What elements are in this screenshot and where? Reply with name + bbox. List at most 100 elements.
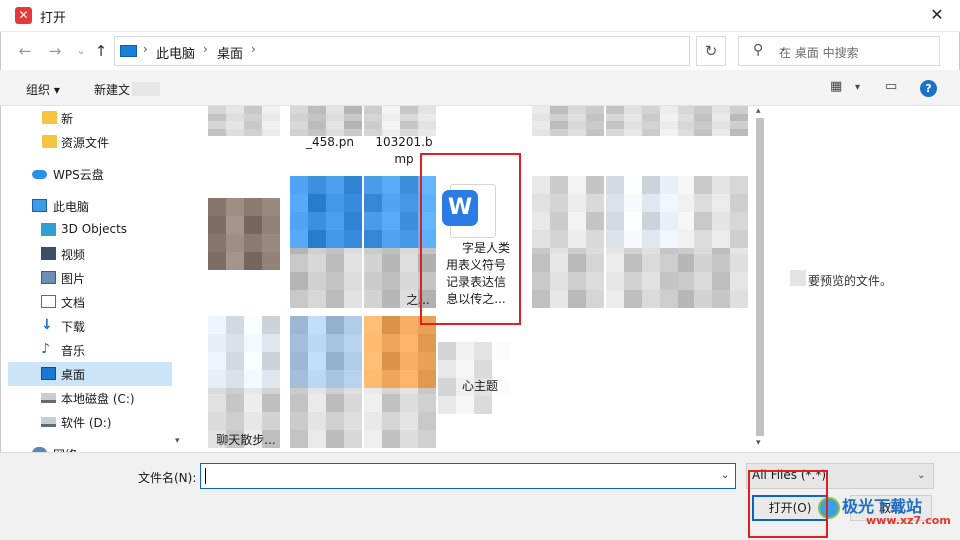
blurred-file-thumbnail[interactable] [290,106,362,136]
address-field[interactable]: › 此电脑 › 桌面 › ⌄ [114,36,787,66]
sidebar-item-label: 图片 [61,272,86,286]
drive-icon [41,417,56,427]
blurred-file-thumbnail[interactable] [290,316,362,388]
file-name-label: 103201.b [375,135,433,149]
scrollbar-thumb[interactable] [756,118,764,436]
highlighted-file-name-line: 用表义符号 [445,258,506,272]
sidebar-item-label: 桌面 [61,368,86,382]
sidebar-item-wps-cloud[interactable]: WPS云盘 [8,162,172,186]
filename-dropdown-icon[interactable]: ⌄ [721,470,729,481]
title-bar: ✕ 打开 ✕ [0,0,960,32]
blurred-file-thumbnail[interactable] [676,176,748,248]
help-icon[interactable]: ? [920,80,937,97]
blurred-file-thumbnail[interactable] [532,176,604,248]
computer-icon [32,199,47,212]
navigation-pane: 新 资源文件 WPS云盘 此电脑 3D Objects 视频 图片 文档 ↓ 下… [8,106,172,452]
cube-icon [41,223,56,236]
watermark-url: www.xz7.com [866,514,951,527]
highlighted-file-name-line: 记录表达信 [445,275,506,289]
breadcrumb-desktop[interactable]: 桌面 [217,43,243,62]
breadcrumb-separator: › [143,42,148,56]
highlighted-file-name-line: 息以传之... [446,292,506,306]
file-type-dropdown-icon[interactable]: ⌄ [917,470,925,481]
sidebar-scrollbar[interactable]: ▾ [172,106,186,452]
file-list-scrollbar[interactable]: ▴ ▾ [752,106,768,452]
desktop-icon [41,367,56,380]
breadcrumb-separator: › [251,42,256,56]
preview-pane-icon[interactable]: ▭ [885,79,897,94]
blurred-file-thumbnail[interactable] [606,106,678,136]
blurred-file-thumbnail[interactable] [364,106,436,136]
sidebar-item-label: 3D Objects [61,222,128,236]
up-arrow-icon[interactable]: ↑ [90,41,112,61]
search-placeholder: 在 桌面 中搜索 [779,46,859,60]
view-options-icon[interactable]: ▦ [830,79,842,94]
sidebar-item-drive-d[interactable]: 软件 (D:) [8,410,172,434]
music-icon: ♪ [41,341,50,357]
sidebar-item-network[interactable]: 网络 [8,442,172,452]
filename-input[interactable]: ⌄ [200,463,736,489]
address-bar-row: ← → ⌄ ↑ › 此电脑 › 桌面 › ⌄ ↻ ⚲ 在 桌面 中搜索 [0,32,960,70]
picture-icon [41,271,56,284]
blurred-file-thumbnail[interactable] [290,176,362,248]
blurred-file-thumbnail[interactable] [208,198,280,270]
sidebar-item-desktop[interactable]: 桌面 [8,362,172,386]
breadcrumb-separator: › [203,42,208,56]
command-toolbar: 组织 ▾ 新建文 ▦ ▾ ▭ ? [0,70,960,106]
sidebar-item-label: 下载 [61,320,86,334]
blurred-file-thumbnail[interactable] [532,106,604,136]
sidebar-item-3d-objects[interactable]: 3D Objects [8,218,172,242]
scroll-down-arrow-icon[interactable]: ▾ [175,436,180,446]
wps-app-icon: ✕ [15,7,32,24]
recent-locations-dropdown-icon[interactable]: ⌄ [70,41,92,61]
filename-label: 文件名(N): [138,471,197,485]
wps-document-file[interactable]: W [442,182,502,242]
sidebar-item-resources[interactable]: 资源文件 [8,130,172,154]
blur-patch [790,270,806,286]
file-type-select[interactable]: All Files (*.*) ⌄ [746,463,934,489]
organize-menu[interactable]: 组织 ▾ [26,81,60,98]
search-icon: ⚲ [753,42,764,58]
close-button[interactable]: ✕ [922,3,952,27]
breadcrumb-this-pc[interactable]: 此电脑 [156,43,195,62]
sidebar-item-this-pc[interactable]: 此电脑 [8,194,172,218]
sidebar-item-label: 资源文件 [61,136,110,150]
new-folder-button[interactable]: 新建文 [94,81,130,98]
sidebar-item-new[interactable]: 新 [8,106,172,130]
sidebar-item-label: 视频 [61,248,86,262]
sidebar-item-downloads[interactable]: ↓ 下载 [8,314,172,338]
video-icon [41,247,56,260]
back-arrow-icon[interactable]: ← [14,41,36,61]
view-dropdown-icon[interactable]: ▾ [855,82,860,93]
file-name-label: 聊天散步... [216,433,276,447]
blurred-file-thumbnail[interactable] [208,106,280,136]
document-icon [41,295,56,308]
sidebar-item-pictures[interactable]: 图片 [8,266,172,290]
sidebar-item-label: 此电脑 [53,200,90,214]
search-field[interactable]: ⚲ 在 桌面 中搜索 [738,36,940,66]
scroll-down-arrow-icon[interactable]: ▾ [756,438,761,448]
sidebar-item-music[interactable]: ♪ 音乐 [8,338,172,362]
blurred-file-thumbnail[interactable] [606,176,678,248]
window-title: 打开 [40,11,67,26]
blurred-file-thumbnail[interactable] [364,176,436,248]
scroll-up-arrow-icon[interactable]: ▴ [756,106,761,116]
drive-icon [41,393,56,403]
sidebar-item-label: 软件 (D:) [61,416,112,430]
sidebar-item-label: 音乐 [61,344,86,358]
sidebar-item-drive-c[interactable]: 本地磁盘 (C:) [8,386,172,410]
sidebar-item-label: 文档 [61,296,86,310]
sidebar-item-label: 本地磁盘 (C:) [61,392,135,406]
sidebar-item-documents[interactable]: 文档 [8,290,172,314]
folder-icon [42,111,57,124]
open-button[interactable]: 打开(O) [752,495,828,521]
refresh-button[interactable]: ↻ [696,36,726,66]
blurred-file-thumbnail[interactable] [364,316,436,388]
cloud-icon [32,170,47,179]
blurred-file-thumbnail[interactable] [676,106,748,136]
preview-message: 要预览的文件。 [808,274,893,288]
forward-arrow-icon[interactable]: → [44,41,66,61]
watermark-logo-icon [818,497,840,519]
blurred-file-thumbnail[interactable] [208,316,280,388]
sidebar-item-videos[interactable]: 视频 [8,242,172,266]
